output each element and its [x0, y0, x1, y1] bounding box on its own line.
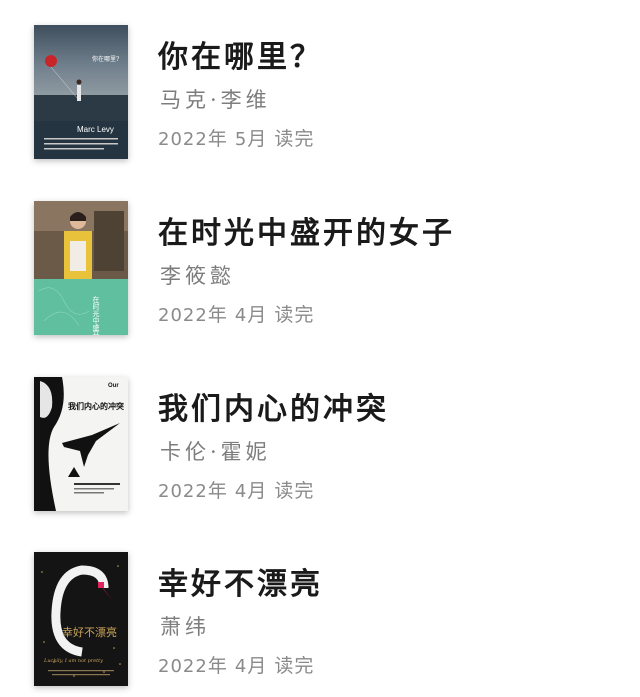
- read-year: 2022: [158, 129, 208, 150]
- read-status: 读完: [274, 480, 315, 502]
- read-year: 2022: [158, 305, 208, 326]
- cover-title-text: 我们内心的冲突: [68, 401, 124, 411]
- book-author: 李筱懿: [160, 264, 235, 288]
- cover-title-text: 幸好不漂亮: [62, 625, 117, 639]
- cover-title-text: 你在哪里?: [92, 55, 119, 63]
- month-unit: 月: [247, 655, 268, 677]
- year-unit: 年: [207, 304, 228, 326]
- year-unit: 年: [207, 655, 228, 677]
- read-month: 4: [234, 305, 248, 326]
- book-list-item[interactable]: Our 我们内心的冲突 我们内心的冲突 卡伦·霍妮 2022年 4月 读完: [0, 374, 640, 514]
- book-list-item[interactable]: 在时光中盛开的女子 在时光中盛开的女子 李筱懿 2022年 4月 读完: [0, 198, 640, 338]
- year-unit: 年: [207, 480, 228, 502]
- read-status: 读完: [274, 655, 315, 677]
- book-cover-art: 幸好不漂亮 Luckily, I am not pretty: [34, 552, 128, 686]
- cover-title-text: 在时光中盛开的女子: [92, 295, 100, 335]
- book-cover[interactable]: Our 我们内心的冲突: [34, 377, 128, 511]
- read-status: 读完: [274, 128, 315, 150]
- read-year: 2022: [158, 656, 208, 677]
- reading-list: 你在哪里? Marc Levy 你在哪里？ 马克·李维 2022年 5月 读完: [0, 0, 640, 697]
- month-unit: 月: [247, 480, 268, 502]
- read-month: 4: [234, 656, 248, 677]
- read-date: 2022年 4月 读完: [158, 476, 314, 503]
- cover-brand-text: Our: [108, 383, 119, 389]
- read-year: 2022: [158, 481, 208, 502]
- year-unit: 年: [207, 128, 228, 150]
- book-list-item[interactable]: 你在哪里? Marc Levy 你在哪里？ 马克·李维 2022年 5月 读完: [0, 22, 640, 162]
- book-list-item[interactable]: 幸好不漂亮 Luckily, I am not pretty 幸好不漂亮 萧纬 …: [0, 549, 640, 689]
- read-date: 2022年 4月 读完: [158, 651, 314, 678]
- book-title[interactable]: 我们内心的冲突: [158, 384, 389, 428]
- book-cover[interactable]: 在时光中盛开的女子: [34, 201, 128, 335]
- read-date: 2022年 4月 读完: [158, 300, 314, 327]
- book-author: 马克·李维: [160, 88, 271, 112]
- read-month: 5: [234, 129, 248, 150]
- book-title[interactable]: 你在哪里？: [158, 32, 323, 76]
- book-title[interactable]: 在时光中盛开的女子: [158, 208, 455, 252]
- book-cover-art: Our 我们内心的冲突: [34, 377, 128, 511]
- cover-script-text: Luckily, I am not pretty: [43, 658, 103, 664]
- read-month: 4: [234, 481, 248, 502]
- read-date: 2022年 5月 读完: [158, 124, 314, 151]
- cover-author-text: Marc Levy: [77, 125, 114, 134]
- book-title[interactable]: 幸好不漂亮: [158, 559, 323, 603]
- book-author: 卡伦·霍妮: [160, 440, 271, 464]
- read-status: 读完: [274, 304, 315, 326]
- book-cover[interactable]: 你在哪里? Marc Levy: [34, 25, 128, 159]
- book-cover-art: 你在哪里? Marc Levy: [34, 25, 128, 159]
- month-unit: 月: [247, 128, 268, 150]
- book-author: 萧纬: [160, 615, 210, 639]
- month-unit: 月: [247, 304, 268, 326]
- book-cover[interactable]: 幸好不漂亮 Luckily, I am not pretty: [34, 552, 128, 686]
- book-cover-art: 在时光中盛开的女子: [34, 201, 128, 335]
